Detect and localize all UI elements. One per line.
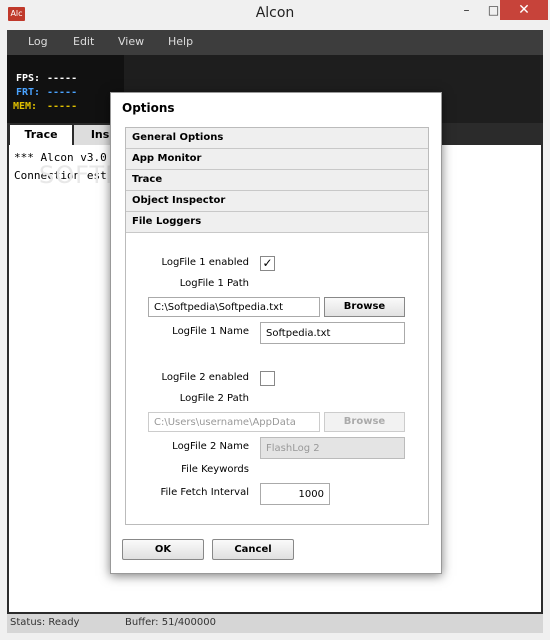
status-text: Status: Ready (10, 617, 80, 628)
section-label: Object Inspector (132, 195, 226, 206)
section-label: General Options (132, 132, 224, 143)
log2-enabled-label: LogFile 2 enabled (161, 372, 249, 383)
log1-enabled-label: LogFile 1 enabled (161, 257, 249, 268)
log2-enabled-checkbox[interactable] (260, 371, 275, 386)
file-keywords-label: File Keywords (181, 464, 249, 475)
mem-label: MEM: (13, 101, 38, 112)
cancel-button[interactable]: Cancel (212, 539, 294, 560)
log1-path-label: LogFile 1 Path (179, 278, 249, 289)
section-label: File Loggers (132, 216, 202, 227)
minimize-button[interactable]: – (453, 0, 480, 20)
log2-browse-button[interactable]: Browse (324, 412, 405, 432)
log1-path-field[interactable]: C:\Softpedia\Softpedia.txt (148, 297, 320, 317)
tab-trace[interactable]: Trace (10, 125, 72, 145)
fetch-interval-label: File Fetch Interval (160, 487, 249, 498)
close-button[interactable]: ✕ (500, 0, 548, 20)
fps-label: FPS: (16, 73, 41, 84)
title-bar: Alc Alcon – □ ✕ (0, 0, 550, 30)
frt-value: ----- (47, 87, 78, 98)
menu-help[interactable]: Help (168, 35, 193, 48)
section-file-loggers[interactable]: File Loggers (126, 212, 428, 233)
log1-name-label: LogFile 1 Name (172, 326, 249, 337)
section-trace[interactable]: Trace (126, 170, 428, 191)
log1-enabled-checkbox[interactable]: ✓ (260, 256, 275, 271)
section-app-monitor[interactable]: App Monitor (126, 149, 428, 170)
log2-path-field[interactable]: C:\Users\username\AppData (148, 412, 320, 432)
section-label: App Monitor (132, 153, 202, 164)
log1-name-field[interactable]: Softpedia.txt (260, 322, 405, 344)
menu-view[interactable]: View (118, 35, 144, 48)
options-dialog: Options General Options App Monitor Trac… (110, 92, 442, 574)
options-accordion: General Options App Monitor Trace Object… (125, 127, 429, 525)
log2-path-label: LogFile 2 Path (179, 393, 249, 404)
log2-name-label: LogFile 2 Name (172, 441, 249, 452)
stats-panel: FPS: ----- FRT: ----- MEM: ----- (7, 55, 124, 123)
menu-edit[interactable]: Edit (73, 35, 94, 48)
menu-bar: Log Edit View Help (7, 30, 543, 55)
fps-value: ----- (47, 73, 78, 84)
ok-button[interactable]: OK (122, 539, 204, 560)
status-bar: Status: Ready Buffer: 51/400000 (7, 614, 543, 633)
fetch-interval-field[interactable]: 1000 (260, 483, 330, 505)
mem-value: ----- (47, 101, 78, 112)
section-label: Trace (132, 174, 163, 185)
frt-label: FRT: (16, 87, 41, 98)
log1-browse-button[interactable]: Browse (324, 297, 405, 317)
menu-log[interactable]: Log (28, 35, 48, 48)
section-general-options[interactable]: General Options (126, 128, 428, 149)
buffer-text: Buffer: 51/400000 (125, 617, 216, 628)
dialog-title: Options (122, 101, 175, 115)
log2-name-field[interactable]: FlashLog 2 (260, 437, 405, 459)
section-object-inspector[interactable]: Object Inspector (126, 191, 428, 212)
